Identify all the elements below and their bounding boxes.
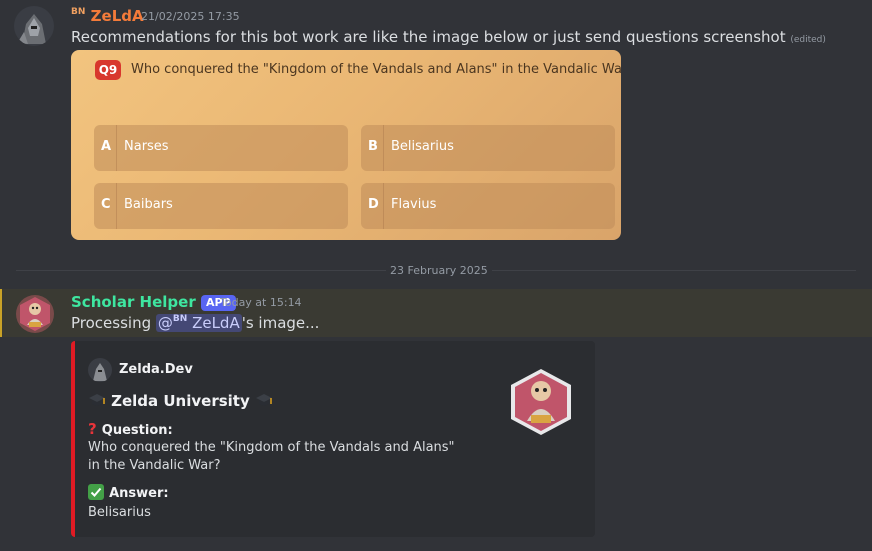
edited-label: (edited) [790,35,826,45]
question-number-badge: Q9 [95,60,121,80]
answer-embed: Zelda.Dev Zelda University ? Question: W… [71,341,595,537]
graduation-cap-icon [88,391,111,410]
server-tag-badge: BN [71,7,86,17]
mention-username: ZeLdA [192,314,240,332]
option-text: Belisarius [391,139,454,154]
quiz-option-a: A Narses [94,125,348,171]
quiz-option-b: B Belisarius [361,125,615,171]
date-divider-label: 23 February 2025 [386,264,492,277]
embed-author-name[interactable]: Zelda.Dev [119,362,193,377]
option-letter: B [368,139,378,154]
option-text: Baibars [124,197,173,212]
quiz-option-d: D Flavius [361,183,615,229]
bot-message-text: Processing @BN ZeLdA's image... [71,314,319,332]
question-field-value: Who conquered the "Kingdom of the Vandal… [88,440,455,473]
option-divider [116,183,117,229]
message-text: Recommendations for this bot work are li… [71,28,826,46]
embed-title: Zelda University [111,392,250,410]
answer-field-value: Belisarius [88,505,151,520]
user-mention[interactable]: @BN ZeLdA [155,314,242,332]
option-divider [383,183,384,229]
username-zelda[interactable]: ZeLdA [91,7,144,25]
mention-highlight-bar [0,289,2,337]
bot-message-timestamp: Today at 15:14 [220,296,302,309]
scholar-owl-avatar-icon [16,295,54,333]
answer-field-label: Answer: [109,486,169,501]
quiz-screenshot-image[interactable]: Q9 Who conquered the "Kingdom of the Van… [71,50,621,240]
message-author[interactable]: BN ZeLdA [71,7,144,25]
question-field-header: ? Question: [88,419,173,438]
knight-avatar-icon [14,6,54,46]
embed-author-avatar[interactable] [88,358,112,382]
quiz-question-text: Who conquered the "Kingdom of the Vandal… [131,62,621,77]
quiz-option-c: C Baibars [94,183,348,229]
option-letter: D [368,197,379,212]
answer-field-header: Answer: [88,482,169,501]
mention-server-tag: BN [172,314,188,324]
option-text: Narses [124,139,169,154]
option-text: Flavius [391,197,437,212]
embed-title-row: Zelda University [88,391,273,410]
option-divider [383,125,384,171]
option-letter: A [101,139,112,154]
embed-thumbnail[interactable] [509,367,573,437]
image-suffix-text: 's image... [241,314,320,332]
option-letter: C [101,197,111,212]
question-field-label: Question: [101,423,173,438]
scholar-owl-thumbnail-icon [511,369,571,435]
graduation-cap-icon [255,391,273,410]
option-divider [116,125,117,171]
bot-avatar-scholar-helper[interactable] [16,295,54,333]
message-body: Recommendations for this bot work are li… [71,28,786,46]
username-scholar-helper[interactable]: Scholar Helper [71,293,196,311]
mention-at-sign: @ [157,314,173,332]
bot-author[interactable]: Scholar Helper APP [71,293,236,311]
red-question-mark-icon: ? [88,420,97,438]
knight-avatar-icon [88,358,112,382]
processing-text: Processing [71,314,156,332]
green-check-icon [88,482,109,501]
user-avatar-zelda[interactable] [14,6,54,46]
message-timestamp: 21/02/2025 17:35 [141,10,240,23]
